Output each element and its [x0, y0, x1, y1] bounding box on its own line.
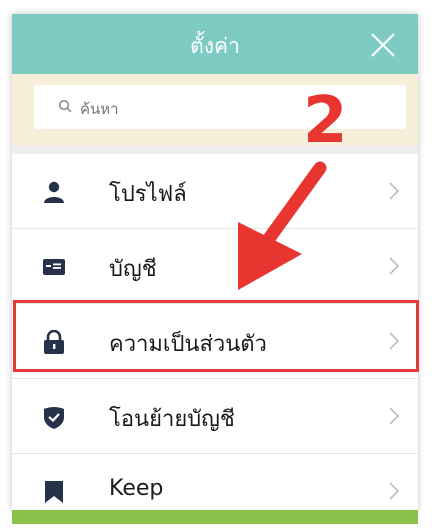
arrow-annotation-icon: [238, 161, 327, 290]
